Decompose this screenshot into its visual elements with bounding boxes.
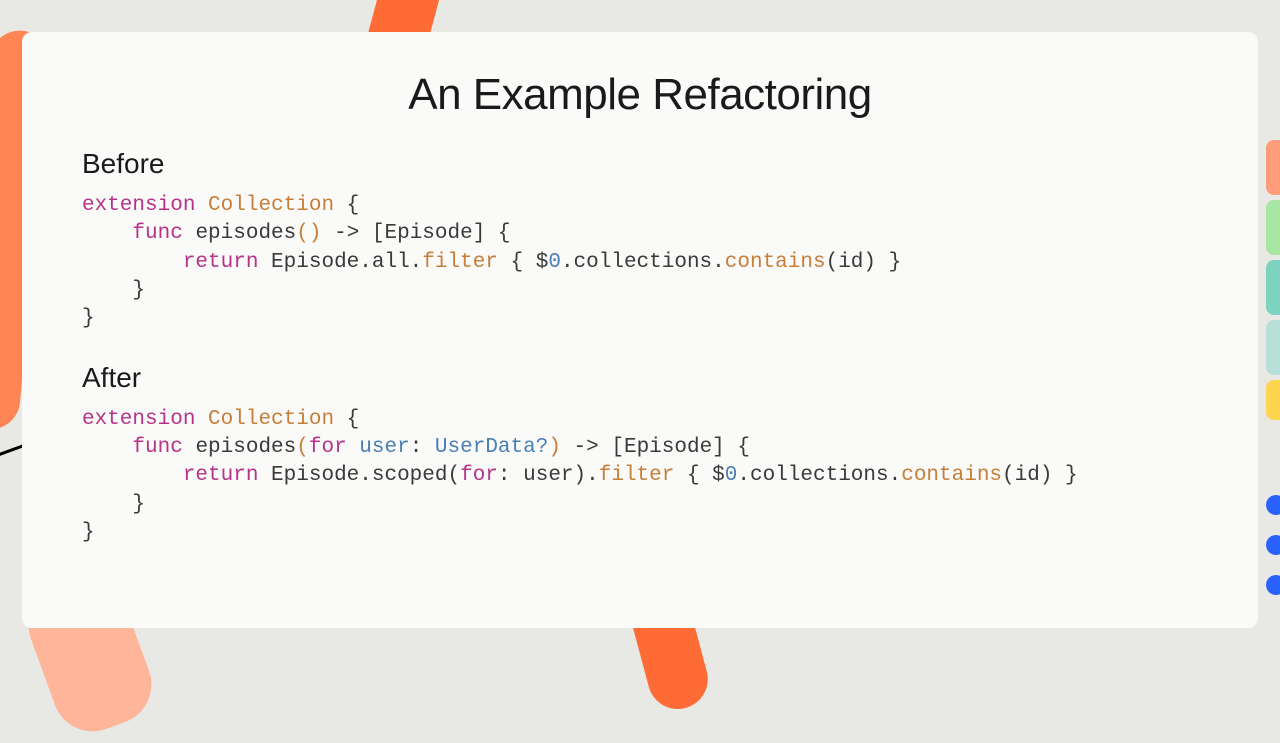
code-text: .collections. bbox=[737, 464, 901, 487]
keyword-func: func bbox=[132, 436, 182, 459]
code-text: (id) } bbox=[1002, 464, 1078, 487]
method-contains: contains bbox=[901, 464, 1002, 487]
code-text: Episode.all. bbox=[258, 251, 422, 274]
paren-open: ( bbox=[296, 436, 309, 459]
slide-card: An Example Refactoring Before extension … bbox=[22, 32, 1258, 628]
parens: () bbox=[296, 222, 321, 245]
keyword-return: return bbox=[183, 251, 259, 274]
code-text: { $ bbox=[498, 251, 548, 274]
code-text: Episode.scoped( bbox=[258, 464, 460, 487]
param-type: UserData? bbox=[435, 436, 548, 459]
brace: { bbox=[334, 408, 359, 431]
edge-tab-green bbox=[1266, 200, 1280, 255]
func-name: episodes bbox=[183, 436, 296, 459]
close-brace: } bbox=[82, 279, 145, 302]
keyword-extension: extension bbox=[82, 408, 195, 431]
keyword-return: return bbox=[183, 464, 259, 487]
edge-tab-light-teal bbox=[1266, 320, 1280, 375]
indent bbox=[82, 251, 183, 274]
decorative-blue-dot bbox=[1266, 575, 1280, 595]
number-zero: 0 bbox=[548, 251, 561, 274]
keyword-extension: extension bbox=[82, 194, 195, 217]
close-brace: } bbox=[82, 521, 95, 544]
indent bbox=[82, 222, 132, 245]
arrow-return: -> [Episode] { bbox=[561, 436, 750, 459]
param-name: user bbox=[347, 436, 410, 459]
keyword-for: for bbox=[460, 464, 498, 487]
before-heading: Before bbox=[82, 148, 1198, 180]
brace: { bbox=[334, 194, 359, 217]
edge-tab-orange bbox=[1266, 140, 1280, 195]
method-contains: contains bbox=[725, 251, 826, 274]
method-filter: filter bbox=[422, 251, 498, 274]
decorative-blue-dot bbox=[1266, 535, 1280, 555]
decorative-line bbox=[0, 444, 24, 459]
number-zero: 0 bbox=[725, 464, 738, 487]
keyword-func: func bbox=[132, 222, 182, 245]
before-code-block: extension Collection { func episodes() -… bbox=[82, 192, 1198, 334]
after-code-block: extension Collection { func episodes(for… bbox=[82, 406, 1198, 548]
code-text: (id) } bbox=[826, 251, 902, 274]
decorative-blue-dot bbox=[1266, 495, 1280, 515]
colon: : bbox=[410, 436, 435, 459]
paren-close: ) bbox=[548, 436, 561, 459]
type-name: Collection bbox=[208, 408, 334, 431]
code-text: .collections. bbox=[561, 251, 725, 274]
indent bbox=[82, 464, 183, 487]
close-brace: } bbox=[82, 493, 145, 516]
indent bbox=[82, 436, 132, 459]
func-name: episodes bbox=[183, 222, 296, 245]
method-filter: filter bbox=[599, 464, 675, 487]
edge-tab-teal bbox=[1266, 260, 1280, 315]
edge-tab-yellow bbox=[1266, 380, 1280, 420]
code-text: { $ bbox=[674, 464, 724, 487]
code-text: : user). bbox=[498, 464, 599, 487]
keyword-for: for bbox=[309, 436, 347, 459]
close-brace: } bbox=[82, 307, 95, 330]
type-name: Collection bbox=[208, 194, 334, 217]
slide-title: An Example Refactoring bbox=[82, 70, 1198, 120]
arrow-return: -> [Episode] { bbox=[321, 222, 510, 245]
after-heading: After bbox=[82, 362, 1198, 394]
